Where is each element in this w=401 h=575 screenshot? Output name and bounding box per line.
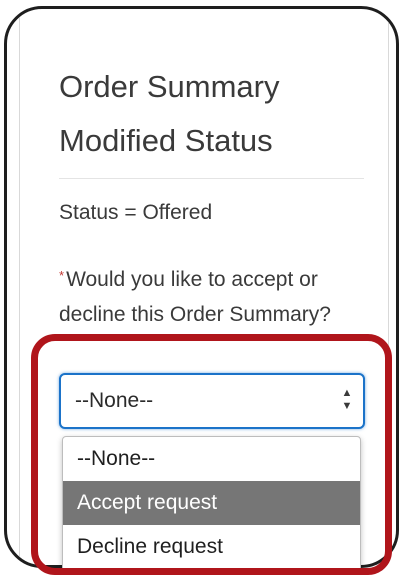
page-title: Order Summary Modified Status — [59, 60, 359, 168]
status-select[interactable]: --None-- ▲ ▼ — [59, 373, 365, 429]
option-none[interactable]: --None-- — [63, 437, 360, 481]
select-current-value: --None-- — [75, 389, 154, 412]
card-left-edge — [19, 9, 20, 565]
card-right-edge — [388, 9, 389, 565]
required-marker: * — [59, 268, 65, 283]
title-line-2: Modified Status — [59, 123, 273, 158]
title-line-1: Order Summary — [59, 69, 280, 104]
option-accept-request[interactable]: Accept request — [63, 481, 360, 525]
status-text: Status = Offered — [59, 201, 213, 224]
question-text: Would you like to accept or decline this… — [59, 268, 331, 326]
question-label: *Would you like to accept or decline thi… — [59, 258, 349, 332]
select-dropdown-list: --None-- Accept request Decline request — [62, 436, 361, 572]
option-decline-request[interactable]: Decline request — [63, 525, 360, 569]
title-divider — [59, 178, 364, 179]
up-down-arrows-icon: ▲ ▼ — [341, 387, 353, 412]
